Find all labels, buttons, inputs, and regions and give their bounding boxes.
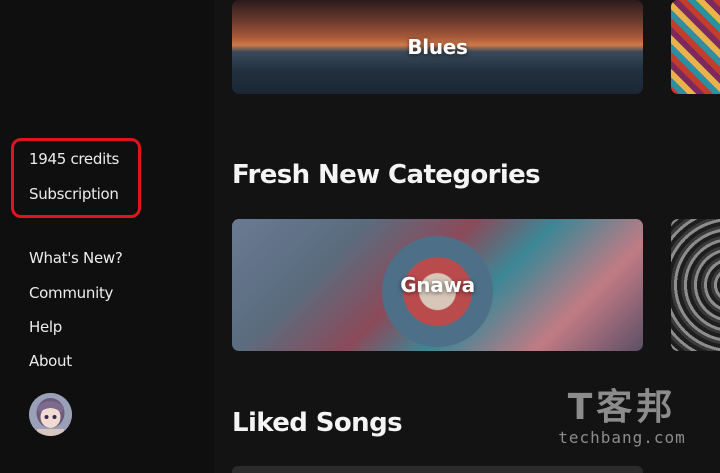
whats-new-link[interactable]: What's New? xyxy=(29,249,123,267)
card-label: Gnawa xyxy=(400,273,475,297)
user-avatar[interactable] xyxy=(29,393,72,436)
watermark: T客邦 techbang.com xyxy=(542,387,702,448)
category-card-blues[interactable]: Blues xyxy=(232,0,643,94)
watermark-logo: T客邦 xyxy=(567,387,677,428)
liked-songs-card-partial[interactable] xyxy=(232,466,643,473)
section-title-liked-songs: Liked Songs xyxy=(232,408,403,438)
category-card-partial[interactable] xyxy=(671,0,720,94)
subscription-link[interactable]: Subscription xyxy=(29,185,119,203)
sidebar: 1945 credits Subscription What's New? Co… xyxy=(0,0,214,473)
watermark-url: techbang.com xyxy=(558,428,686,447)
avatar-image xyxy=(29,393,72,436)
credits-link[interactable]: 1945 credits xyxy=(29,150,119,168)
section-title-fresh-categories: Fresh New Categories xyxy=(232,160,541,190)
community-link[interactable]: Community xyxy=(29,284,113,302)
category-card-gnawa[interactable]: Gnawa xyxy=(232,219,643,351)
category-card-partial[interactable] xyxy=(671,219,720,351)
about-link[interactable]: About xyxy=(29,352,72,370)
card-label: Blues xyxy=(407,35,468,59)
help-link[interactable]: Help xyxy=(29,318,62,336)
